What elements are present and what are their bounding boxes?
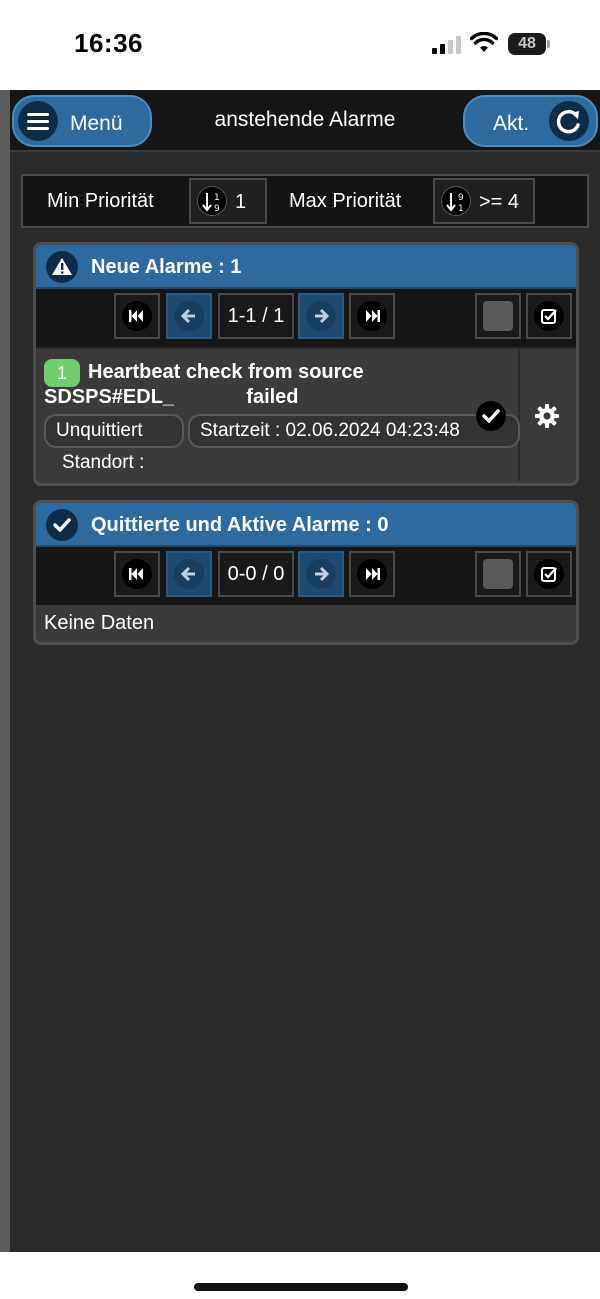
skip-first-icon (122, 301, 152, 331)
acknowledged-alarms-title: Quittierte und Aktive Alarme : 0 (91, 514, 389, 536)
skip-last-icon (357, 301, 387, 331)
max-priority-selector[interactable]: 9 1 >= 4 (433, 178, 535, 224)
status-bar: 16:36 48 (0, 0, 600, 90)
menu-label: Menü (70, 112, 123, 135)
first-page-button[interactable] (114, 551, 160, 597)
new-alarms-title: Neue Alarme : 1 (91, 256, 242, 278)
battery-icon: 48 (508, 33, 550, 55)
sort-ascending-icon: 1 9 (197, 186, 227, 216)
select-all-checkbox[interactable] (475, 551, 521, 597)
skip-last-icon (357, 559, 387, 589)
alarm-title-continued: SDSPS#EDL_ failed (44, 386, 299, 408)
arrow-left-icon (174, 301, 204, 331)
select-all-checkbox[interactable] (475, 293, 521, 339)
empty-state-text: Keine Daten (36, 605, 576, 641)
next-page-button[interactable] (298, 551, 344, 597)
last-page-button[interactable] (349, 293, 395, 339)
next-page-button[interactable] (298, 293, 344, 339)
new-alarms-header: Neue Alarme : 1 (36, 245, 576, 289)
page-counter: 0-0 / 0 (218, 551, 294, 597)
alarm-details: 1 Heartbeat check from source SDSPS#EDL_… (36, 349, 520, 481)
svg-text:9: 9 (214, 204, 220, 214)
checkbox-check-icon (534, 301, 564, 331)
first-page-button[interactable] (114, 293, 160, 339)
refresh-button[interactable]: Akt. (463, 95, 598, 147)
skip-first-icon (122, 559, 152, 589)
acknowledged-alarms-panel: Quittierte und Aktive Alarme : 0 0-0 / 0 (33, 500, 579, 645)
battery-percent: 48 (518, 35, 536, 52)
last-page-button[interactable] (349, 551, 395, 597)
gear-icon[interactable] (532, 401, 562, 431)
alarm-title: Heartbeat check from source (88, 361, 364, 383)
alarm-state-badge: Unquittiert (44, 414, 184, 448)
min-priority-label: Min Priorität (47, 190, 154, 212)
check-circle-icon (46, 509, 78, 541)
checkbox-check-icon (534, 559, 564, 589)
min-priority-value: 1 (235, 191, 247, 213)
alarm-list-item[interactable]: 1 Heartbeat check from source SDSPS#EDL_… (36, 347, 576, 481)
page-counter: 1-1 / 1 (218, 293, 294, 339)
acknowledged-alarms-header: Quittierte und Aktive Alarme : 0 (36, 503, 576, 547)
cellular-signal-icon (432, 36, 462, 54)
svg-text:1: 1 (214, 193, 220, 203)
hamburger-icon (18, 101, 58, 141)
menu-button[interactable]: Menü (12, 95, 152, 147)
home-indicator[interactable] (194, 1283, 408, 1291)
svg-text:1: 1 (458, 204, 464, 214)
acknowledged-alarms-pager: 0-0 / 0 (36, 547, 576, 605)
arrow-right-icon (306, 559, 336, 589)
max-priority-label: Max Priorität (289, 190, 402, 212)
priority-filter: Min Priorität 1 9 1 Max Priorität 9 1 >=… (21, 174, 589, 228)
acknowledge-alarm-button[interactable] (476, 401, 506, 431)
refresh-icon (549, 101, 589, 141)
acknowledge-selected-button[interactable] (526, 551, 572, 597)
previous-page-button[interactable] (166, 293, 212, 339)
warning-icon (46, 251, 78, 283)
new-alarms-pager: 1-1 / 1 (36, 289, 576, 347)
top-bar: Menü anstehende Alarme Akt. (10, 90, 600, 152)
svg-text:9: 9 (458, 193, 464, 203)
clock: 16:36 (74, 28, 143, 58)
wifi-icon (470, 32, 498, 52)
min-priority-selector[interactable]: 1 9 1 (189, 178, 267, 224)
sort-descending-icon: 9 1 (441, 186, 471, 216)
arrow-left-icon (174, 559, 204, 589)
priority-badge: 1 (44, 359, 80, 387)
new-alarms-panel: Neue Alarme : 1 1-1 / 1 1 Heartbeat chec… (33, 242, 579, 486)
refresh-label: Akt. (493, 112, 530, 135)
alarm-actions (522, 349, 576, 481)
page-title: anstehende Alarme (214, 108, 396, 131)
arrow-right-icon (306, 301, 336, 331)
max-priority-value: >= 4 (479, 191, 520, 213)
alarm-location: Standort : (62, 452, 145, 473)
previous-page-button[interactable] (166, 551, 212, 597)
acknowledge-selected-button[interactable] (526, 293, 572, 339)
app-frame: Menü anstehende Alarme Akt. Min Prioritä… (0, 90, 600, 1252)
alarm-start-time: Startzeit : 02.06.2024 04:23:48 (188, 414, 520, 448)
